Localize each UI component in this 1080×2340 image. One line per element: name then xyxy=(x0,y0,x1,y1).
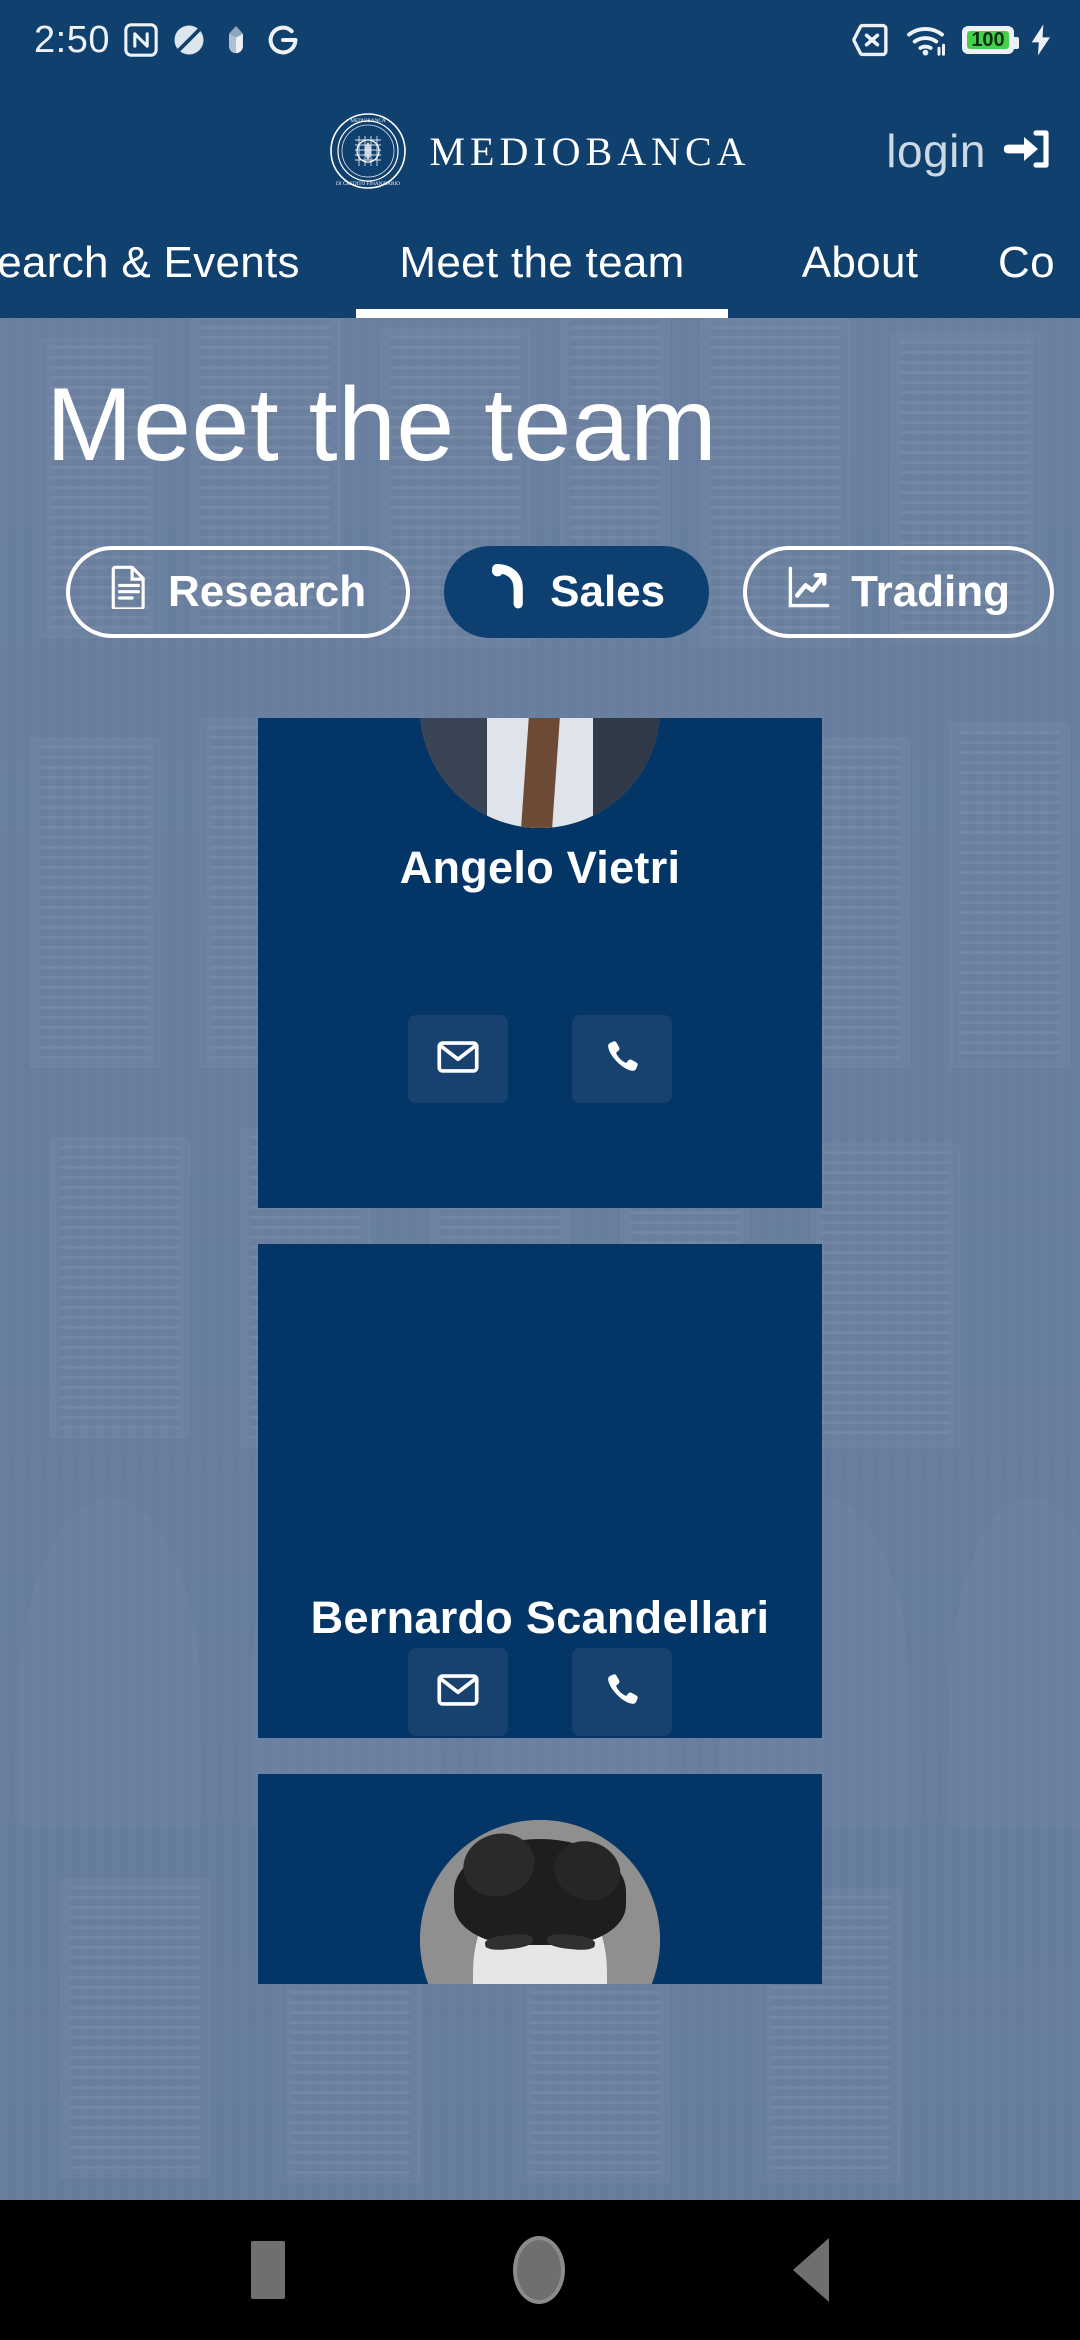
envelope-icon xyxy=(437,1673,479,1711)
charging-bolt-icon xyxy=(1028,23,1054,57)
filter-pill-label: Sales xyxy=(550,567,666,617)
card-actions xyxy=(258,1648,822,1736)
brand-wordmark: MEDIOBANCA xyxy=(429,128,751,174)
member-name: Bernardo Scandellari xyxy=(310,1592,770,1643)
phone-icon xyxy=(603,1038,641,1081)
phone-handset-icon xyxy=(488,563,530,621)
app-icon-dark xyxy=(172,23,206,57)
phone-icon xyxy=(603,1671,641,1714)
team-filter-pills: Research Sales Trading xyxy=(0,546,1080,639)
email-button[interactable] xyxy=(408,1015,508,1103)
document-icon xyxy=(110,565,148,620)
svg-text:MEDIOBANCA: MEDIOBANCA xyxy=(351,118,386,124)
avatar xyxy=(420,718,660,828)
mediobanca-seal-icon: MEDIOBANCA DI CREDITO FINANZIARIO xyxy=(329,112,407,190)
status-bar: 2:50 100 xyxy=(0,0,1080,80)
filter-pill-sales[interactable]: Sales xyxy=(444,546,710,639)
phone-button[interactable] xyxy=(572,1648,672,1736)
no-sim-icon xyxy=(852,23,892,57)
filter-pill-trading[interactable]: Trading xyxy=(743,546,1055,639)
tulip-icon xyxy=(220,23,252,57)
nav-tab-contacts[interactable]: Co xyxy=(998,222,1080,318)
phone-button[interactable] xyxy=(572,1015,672,1103)
site-header: MEDIOBANCA DI CREDITO FINANZIARIO MEDIOB… xyxy=(0,80,1080,318)
login-label: login xyxy=(886,125,986,177)
filter-pill-research[interactable]: Research xyxy=(66,546,411,639)
phone-screen: Meet the team Research Sales Trading Ang… xyxy=(0,0,1080,2340)
brand-logo[interactable]: MEDIOBANCA DI CREDITO FINANZIARIO MEDIOB… xyxy=(329,112,750,190)
member-name: Angelo Vietri xyxy=(399,842,681,893)
main-nav-tabs: esearch & Events Meet the team About Co xyxy=(0,222,1080,318)
card-actions xyxy=(258,1015,822,1103)
envelope-icon xyxy=(437,1040,479,1078)
team-card[interactable]: Bernardo Scandellari xyxy=(258,1244,822,1738)
android-nav-bar xyxy=(0,2200,1080,2340)
svg-text:DI CREDITO FINANZIARIO: DI CREDITO FINANZIARIO xyxy=(336,181,400,187)
nav-tab-meet-the-team[interactable]: Meet the team xyxy=(356,222,728,318)
avatar xyxy=(420,1820,660,1984)
battery-percent: 100 xyxy=(971,29,1005,51)
email-button[interactable] xyxy=(408,1648,508,1736)
google-icon xyxy=(266,23,300,57)
home-button[interactable] xyxy=(513,2236,565,2304)
login-button[interactable]: login xyxy=(886,124,1052,178)
recents-button[interactable] xyxy=(251,2241,285,2299)
wifi-icon xyxy=(906,23,948,57)
nfc-icon xyxy=(124,23,158,57)
back-button[interactable] xyxy=(793,2238,829,2302)
sign-in-icon xyxy=(1003,127,1052,176)
team-card[interactable] xyxy=(258,1774,822,1984)
filter-pill-label: Trading xyxy=(851,567,1011,617)
filter-pill-label: Research xyxy=(168,567,367,617)
team-card-list: Angelo Vietri Bernardo Scandellari xyxy=(258,718,822,2020)
nav-tab-about[interactable]: About xyxy=(760,222,960,318)
header-logo-row: MEDIOBANCA DI CREDITO FINANZIARIO MEDIOB… xyxy=(0,80,1080,222)
chart-line-icon xyxy=(787,565,831,620)
team-card[interactable]: Angelo Vietri xyxy=(258,718,822,1208)
hero-section: Meet the team Research Sales Trading xyxy=(0,318,1080,639)
page-title: Meet the team xyxy=(46,367,718,483)
status-clock: 2:50 xyxy=(34,18,110,61)
nav-tab-research-events[interactable]: esearch & Events xyxy=(0,222,300,318)
battery-icon: 100 xyxy=(962,26,1019,54)
